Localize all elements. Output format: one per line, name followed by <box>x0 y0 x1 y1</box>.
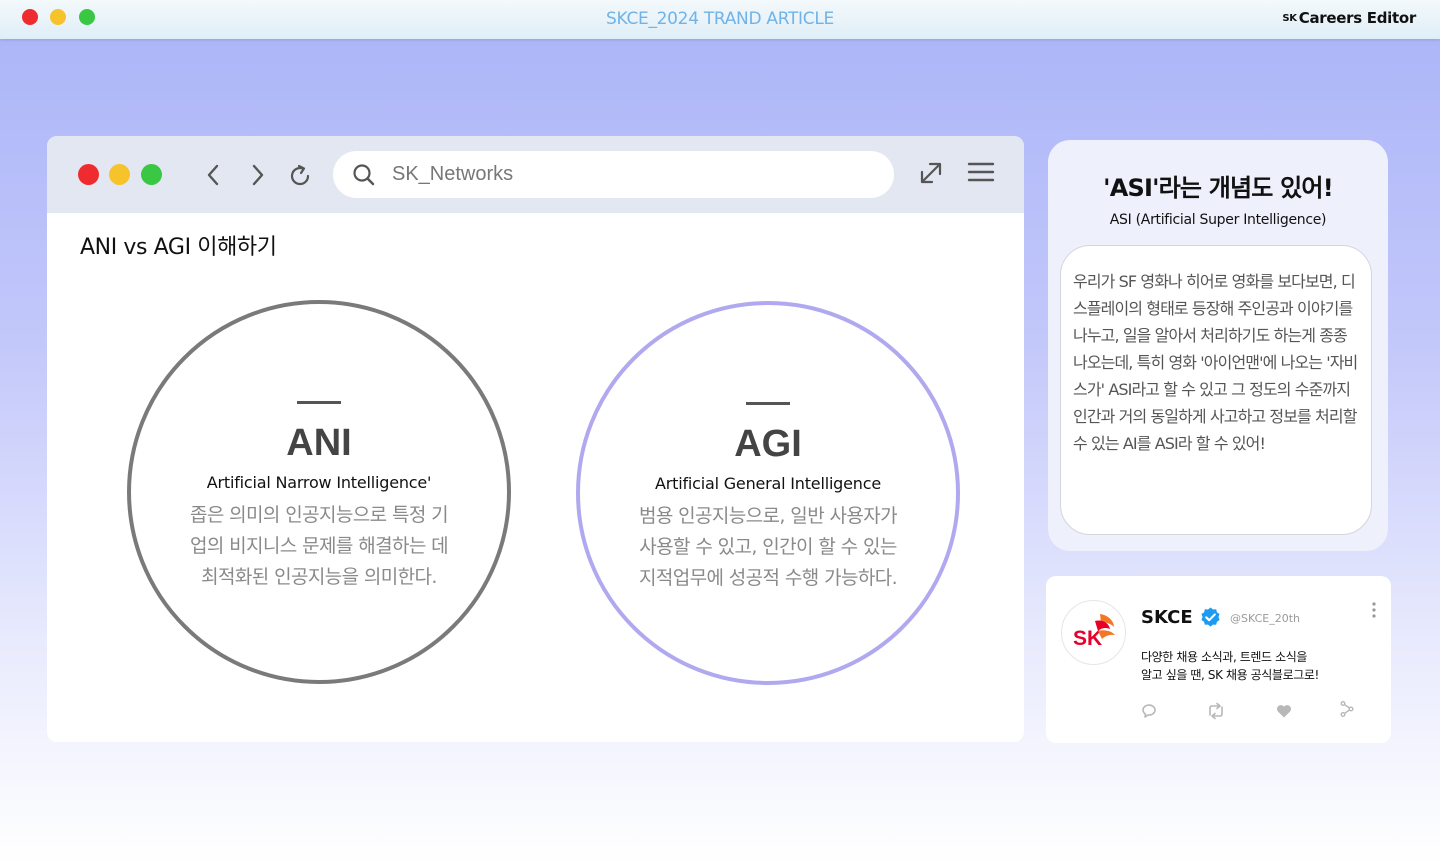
asi-card: 'ASI'라는 개념도 있어! ASI (Artificial Super In… <box>1048 140 1388 551</box>
agi-circle: AGI Artificial General Intelligence 범용 인… <box>576 301 960 685</box>
browser-window: SK_Networks ANI vs AGI 이해하기 ANI Artifici… <box>47 136 1024 742</box>
agi-divider <box>746 402 790 405</box>
retweet-icon[interactable] <box>1206 702 1224 720</box>
sk-logo-avatar[interactable]: SK <box>1061 600 1126 665</box>
browser-maximize-button[interactable] <box>141 164 162 185</box>
tweet-body: 다양한 채용 소식과, 트렌드 소식을 알고 싶을 땐, SK 채용 공식블로그… <box>1141 650 1319 682</box>
agi-description: 범용 인공지능으로, 일반 사용자가 사용할 수 있고, 인간이 할 수 있는 … <box>638 505 898 589</box>
ani-divider <box>297 401 341 404</box>
more-options-icon[interactable] <box>1366 600 1382 620</box>
search-input[interactable]: SK_Networks <box>392 163 513 186</box>
brand-prefix: SK <box>1282 13 1297 24</box>
search-icon <box>351 162 377 188</box>
window-title: SKCE_2024 TRAND ARTICLE <box>606 9 834 29</box>
brand-logo: SK Careers Editor <box>1282 9 1416 27</box>
verified-badge-icon <box>1199 606 1222 629</box>
expand-icon[interactable] <box>918 160 944 186</box>
ani-circle: ANI Artificial Narrow Intelligence' 좁은 의… <box>127 300 511 684</box>
asi-body: 우리가 SF 영화나 히어로 영화를 보다보면, 디스플레이의 형태로 등장해 … <box>1073 272 1358 453</box>
browser-minimize-button[interactable] <box>109 164 130 185</box>
ani-subtitle: Artificial Narrow Intelligence' <box>206 473 432 492</box>
brand-name: Careers Editor <box>1298 9 1417 27</box>
page-heading: ANI vs AGI 이해하기 <box>80 235 277 260</box>
ani-description: 좁은 의미의 인공지능으로 특정 기업의 비지니스 문제를 해결하는 데 최적화… <box>189 504 449 588</box>
browser-close-button[interactable] <box>78 164 99 185</box>
reply-icon[interactable] <box>1140 702 1158 720</box>
forward-icon[interactable] <box>244 162 270 188</box>
share-icon[interactable] <box>1338 700 1356 718</box>
asi-subtitle: ASI (Artificial Super Intelligence) <box>1109 212 1327 228</box>
title-bar: SKCE_2024 TRAND ARTICLE SK Careers Editor <box>0 0 1440 39</box>
tweet-card: SK SKCE @SKCE_20th 다양한 채용 소식과, 트렌드 소식을 알… <box>1046 576 1391 743</box>
menu-icon[interactable] <box>967 160 995 186</box>
tweet-author-name[interactable]: SKCE <box>1141 607 1193 628</box>
asi-title: 'ASI'라는 개념도 있어! <box>1103 174 1334 202</box>
asi-speech-bubble: 우리가 SF 영화나 히어로 영화를 보다보면, 디스플레이의 형태로 등장해 … <box>1060 245 1372 535</box>
like-icon[interactable] <box>1275 702 1293 720</box>
agi-title: AGI <box>734 423 802 465</box>
avatar-text: SK <box>1073 627 1102 650</box>
tweet-handle[interactable]: @SKCE_20th <box>1230 612 1300 625</box>
agi-subtitle: Artificial General Intelligence <box>655 474 881 493</box>
back-icon[interactable] <box>201 162 227 188</box>
ani-title: ANI <box>286 422 352 464</box>
search-bar[interactable]: SK_Networks <box>333 151 894 198</box>
reload-icon[interactable] <box>287 163 313 189</box>
browser-toolbar: SK_Networks <box>47 136 1024 213</box>
